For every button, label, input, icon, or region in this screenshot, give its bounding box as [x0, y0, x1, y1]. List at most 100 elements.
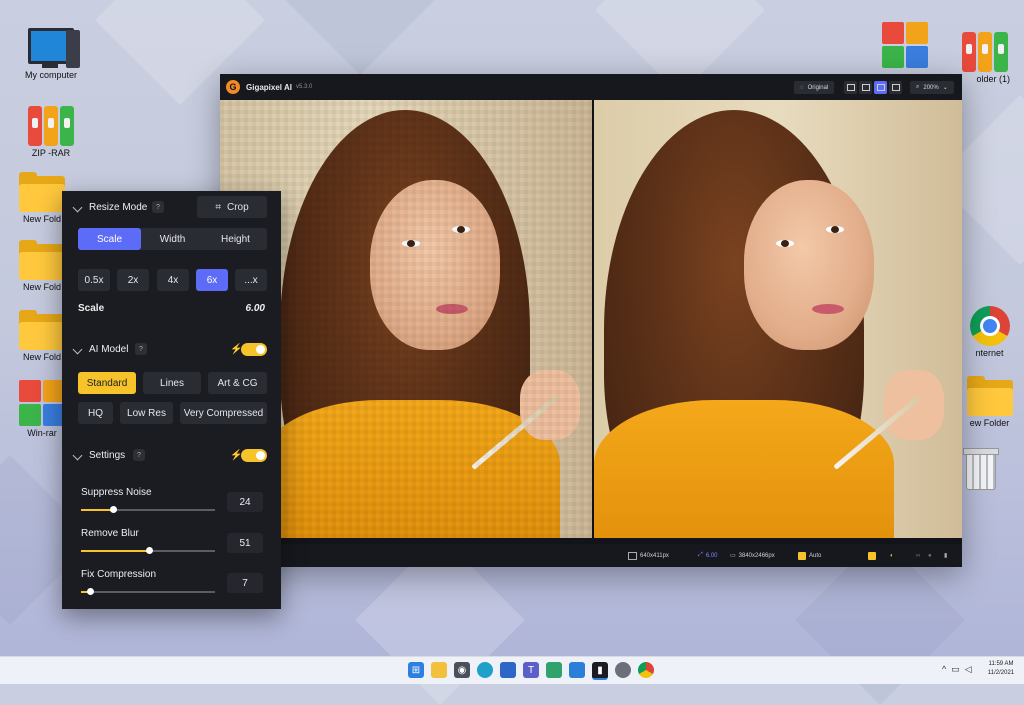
original-toggle-button[interactable]: ◌ Original	[794, 81, 835, 94]
title-bar: G Gigapixel AI v5.3.0 ◌ Original ⌕ 200% …	[220, 74, 962, 100]
desktop-icon-new-folder[interactable]: ew Folder	[955, 376, 1024, 428]
tab-height[interactable]: Height	[204, 228, 267, 250]
fix-compression-input[interactable]: 7	[227, 573, 263, 593]
status-scale: 6.00	[705, 552, 718, 559]
split-view-button[interactable]	[859, 81, 872, 94]
background-shape	[275, 0, 445, 75]
ai-model-header[interactable]: AI Model ? ⚡	[62, 339, 281, 359]
output-size: 3840x2466px	[738, 552, 775, 559]
camera-icon[interactable]: ◉	[454, 662, 470, 678]
desktop-icon-my-computer[interactable]: My computer	[16, 28, 86, 80]
desktop-icon-winrar[interactable]	[870, 22, 940, 68]
resize-mode-title: Resize Mode	[89, 201, 148, 213]
scale-label: Scale	[78, 303, 105, 314]
side-by-side-view-button[interactable]	[874, 81, 887, 94]
slider-handle[interactable]	[146, 547, 154, 554]
archive-binders-icon	[28, 102, 74, 146]
edge-icon[interactable]	[477, 662, 493, 678]
desktop-icon-label: nternet	[975, 348, 1004, 358]
slider-handle[interactable]	[87, 588, 95, 595]
desktop-icon-label: ew Folder	[969, 418, 1010, 428]
crop-button[interactable]: ⌗ Crop	[197, 196, 267, 218]
maps-icon[interactable]	[546, 662, 562, 678]
settings-toggle[interactable]	[241, 448, 267, 462]
input-size-indicator: 640x411px	[628, 551, 669, 560]
slider-handle[interactable]	[110, 506, 118, 513]
face-recovery-icon[interactable]: ◐	[890, 553, 894, 559]
settings-header[interactable]: Settings ? ⚡	[62, 445, 281, 465]
model-standard-button[interactable]: Standard	[78, 372, 136, 394]
chrome-icon[interactable]	[638, 662, 654, 678]
tab-scale[interactable]: Scale	[78, 228, 141, 250]
suppress-noise-input[interactable]: 24	[227, 492, 263, 512]
store-icon[interactable]	[500, 662, 516, 678]
model-art-cg-button[interactable]: Art & CG	[208, 372, 267, 394]
gigapixel-window: G Gigapixel AI v5.3.0 ◌ Original ⌕ 200% …	[220, 74, 962, 567]
scale-6x-button[interactable]: 6x	[196, 269, 228, 291]
ai-model-toggle[interactable]	[241, 342, 267, 356]
desktop-icon-zip-rar[interactable]: ZIP -RAR	[16, 102, 86, 158]
photos-icon[interactable]	[569, 662, 585, 678]
chevron-up-icon[interactable]: ^	[942, 664, 946, 675]
model-very-compressed-button[interactable]: Very Compressed	[180, 402, 267, 424]
model-low-res-button[interactable]: Low Res	[120, 402, 173, 424]
taskbar-apps: ⊞ ◉ T ▮	[408, 662, 654, 680]
resize-mode-tabs: Scale Width Height	[78, 228, 267, 250]
single-view-button[interactable]	[844, 81, 857, 94]
help-icon[interactable]: ?	[133, 449, 145, 461]
tab-width[interactable]: Width	[141, 228, 204, 250]
help-icon[interactable]: ?	[152, 201, 164, 213]
volume-icon[interactable]: ◁	[965, 664, 972, 675]
recycle-bin-icon	[963, 448, 999, 490]
folder-icon	[19, 310, 65, 350]
link-icon[interactable]: ∞	[916, 553, 920, 559]
gigapixel-icon[interactable]: ▮	[592, 662, 608, 680]
scale-4x-button[interactable]: 4x	[157, 269, 189, 291]
archive-binders-icon	[961, 28, 1008, 72]
scale-2x-button[interactable]: 2x	[117, 269, 149, 291]
ai-model-title: AI Model	[89, 343, 129, 355]
compare-view-icon	[891, 84, 900, 91]
remove-blur-label: Remove Blur	[81, 528, 139, 539]
zoom-icon: ⌕	[916, 84, 920, 90]
view-mode-buttons	[844, 81, 902, 94]
fix-compression-slider[interactable]	[81, 588, 215, 595]
person-icon[interactable]: ●	[928, 553, 932, 559]
trash-icon[interactable]: ▮	[944, 552, 947, 559]
settings-icon[interactable]	[615, 662, 631, 678]
winrar-icon	[19, 380, 65, 426]
scale-custom-button[interactable]: ...x	[235, 269, 267, 291]
enhanced-preview[interactable]	[594, 100, 962, 538]
remove-blur-slider[interactable]	[81, 547, 215, 554]
network-icon[interactable]: ▭	[951, 664, 960, 675]
clock-date: 11/2/2021	[987, 670, 1015, 676]
zoom-dropdown[interactable]: ⌕ 200% ⌄	[910, 81, 954, 94]
chevron-down-icon	[72, 202, 83, 212]
compare-view-button[interactable]	[889, 81, 902, 94]
system-clock[interactable]: 11:59 AM 11/2/2021	[984, 660, 1018, 678]
scale-0-5x-button[interactable]: 0.5x	[78, 269, 110, 291]
app-version: v5.3.0	[295, 84, 313, 90]
original-label: Original	[807, 84, 829, 91]
desktop-icon-label: My computer	[24, 70, 77, 80]
help-icon[interactable]: ?	[135, 343, 147, 355]
model-lines-button[interactable]: Lines	[143, 372, 201, 394]
settings-panel: Resize Mode ? ⌗ Crop Scale Width Height …	[62, 191, 281, 609]
eye-off-icon: ◌	[800, 84, 804, 91]
panel-toggle-icon[interactable]	[868, 551, 876, 560]
teams-icon[interactable]: T	[523, 662, 539, 678]
remove-blur-input[interactable]: 51	[227, 533, 263, 553]
app-name: Gigapixel AI	[246, 82, 292, 92]
auto-mode-indicator[interactable]: Auto	[798, 551, 821, 560]
suppress-noise-slider[interactable]	[81, 506, 215, 513]
file-explorer-icon[interactable]	[431, 662, 447, 678]
windows-start-icon[interactable]: ⊞	[408, 662, 424, 678]
expand-icon: ⤢	[698, 552, 703, 558]
model-hq-button[interactable]: HQ	[78, 402, 113, 424]
folder-icon	[966, 376, 1013, 416]
scale-value: 6.00	[245, 303, 265, 314]
suppress-noise-label: Suppress Noise	[81, 487, 152, 498]
desktop-icon-internet[interactable]: nternet	[955, 306, 1024, 358]
system-tray: ^ ▭ ◁	[942, 664, 972, 675]
clock-time: 11:59 AM	[988, 661, 1014, 667]
